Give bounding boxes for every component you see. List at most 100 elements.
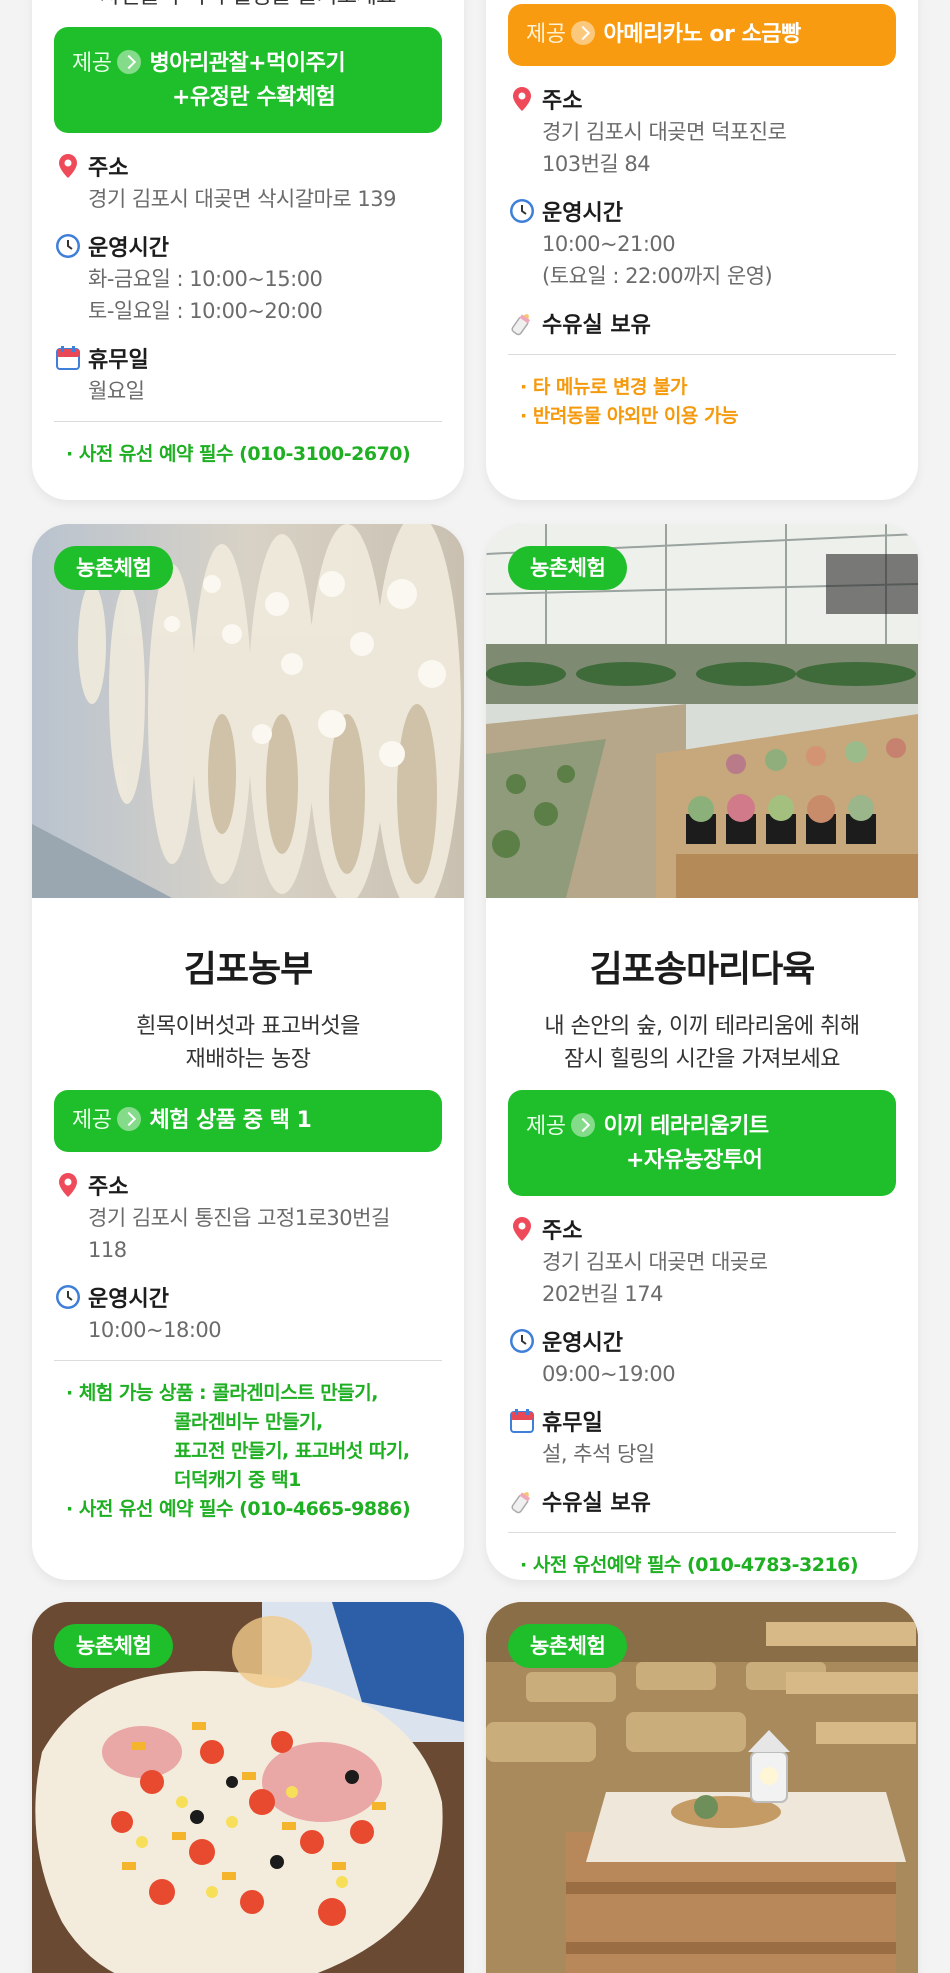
address-heading: 주소 — [508, 1212, 896, 1246]
hours-heading: 운영시간 — [508, 194, 896, 228]
farm-card-pizza[interactable]: 농촌체험 — [32, 1602, 464, 1973]
baby-bottle-icon — [511, 1492, 531, 1514]
farm-title: 김포송마리다육 — [589, 949, 816, 990]
desc-line-1: 내 손안의 숲, 이끼 테라리움에 취해 — [544, 1014, 860, 1039]
holiday-heading: 휴무일 — [508, 1404, 896, 1438]
address-value: 경기 김포시 대곶면 삭시갈마로 139 — [88, 187, 396, 211]
clock-icon — [510, 199, 534, 223]
farm-card-chicken[interactable]: 자연을 누비며 힐링을 즐겨보세요 제공 병아리관찰+먹이주기 +유정란 수확체험… — [32, 0, 464, 500]
note: · 반려동물 야외만 이용 가능 — [520, 405, 738, 427]
hours-line-1: 화-금요일 : 10:00~15:00 — [88, 267, 323, 291]
address-line-2: 103번길 84 — [542, 152, 651, 176]
address-line-1: 경기 김포시 대곶면 대곶로 — [542, 1250, 768, 1274]
hours-value: 화-금요일 : 10:00~15:00 토-일요일 : 10:00~20:00 — [54, 263, 442, 327]
hours-value: 10:00~21:00 (토요일 : 22:00까지 운영) — [508, 228, 896, 292]
note-indent: 더덕캐기 중 택1 — [54, 1466, 442, 1495]
address-value: 경기 김포시 대곶면 대곶로 202번길 174 — [508, 1246, 896, 1310]
note-line: 콜라겐비누 만들기, — [174, 1411, 323, 1433]
provide-banner: 제공 병아리관찰+먹이주기 +유정란 수확체험 — [54, 27, 442, 133]
hours-label: 운영시간 — [542, 1331, 623, 1356]
clock-icon — [56, 234, 80, 258]
hours-label: 운영시간 — [542, 201, 623, 226]
desc-line-1: 흰목이버섯과 표고버섯을 — [136, 1014, 360, 1039]
note-line: 표고전 만들기, 표고버섯 따기, — [174, 1440, 410, 1462]
provide-label: 제공 — [526, 22, 566, 47]
pin-icon — [513, 87, 531, 111]
note: · 체험 가능 상품 : 콜라겐미스트 만들기, — [66, 1382, 378, 1404]
provide-banner: 제공 이끼 테라리움키트 +자유농장투어 — [508, 1090, 896, 1196]
address-label: 주소 — [88, 1175, 129, 1200]
provide-text-2: +유정란 수확체험 — [172, 85, 336, 110]
category-tag: 농촌체험 — [54, 546, 174, 590]
arrow-right-circle-icon — [571, 21, 596, 45]
address-heading: 주소 — [54, 1168, 442, 1202]
provide-banner: 제공 아메리카노 or 소금빵 — [508, 4, 896, 66]
provide-text: 병아리관찰+먹이주기 — [149, 51, 346, 76]
address-line-2: 118 — [88, 1238, 127, 1262]
hours-heading: 운영시간 — [508, 1324, 896, 1358]
address-heading: 주소 — [54, 149, 442, 183]
farm-title: 김포농부 — [183, 949, 313, 990]
category-tag: 농촌체험 — [54, 1624, 174, 1668]
nursing-room-label: 수유실 보유 — [542, 313, 651, 338]
address-value: 경기 김포시 통진읍 고정1로30번길 118 — [54, 1202, 442, 1266]
greenhouse-photo: 농촌체험 — [486, 524, 918, 898]
provide-label: 제공 — [72, 51, 112, 76]
farm-card-cafe[interactable]: 제공 아메리카노 or 소금빵 주소 경기 김포시 대곶면 덕포진로 103번길 … — [486, 0, 918, 500]
calendar-icon — [510, 1409, 534, 1433]
note: · 타 메뉴로 변경 불가 — [520, 376, 688, 398]
address-label: 주소 — [88, 156, 129, 181]
divider — [508, 1532, 896, 1533]
baby-bottle-icon — [511, 314, 531, 336]
nursing-room-heading: 수유실 보유 — [508, 306, 896, 340]
address-line-1: 경기 김포시 대곶면 덕포진로 — [542, 120, 787, 144]
divider — [54, 1360, 442, 1361]
pin-icon — [59, 1173, 77, 1197]
holiday-value: 월요일 — [88, 379, 145, 403]
pizza-making-photo: 농촌체험 — [32, 1602, 464, 1973]
note-line: 더덕캐기 중 택1 — [174, 1469, 301, 1491]
address-value: 경기 김포시 대곶면 덕포진로 103번길 84 — [508, 116, 896, 180]
divider — [508, 354, 896, 355]
hay-field-photo: 농촌체험 — [486, 1602, 918, 1973]
pin-icon — [59, 154, 77, 178]
holiday-heading: 휴무일 — [54, 341, 442, 375]
provide-text: 아메리카노 or 소금빵 — [603, 22, 801, 47]
provide-text-2: +자유농장투어 — [626, 1148, 763, 1173]
pin-icon — [513, 1217, 531, 1241]
hours-line-2: 토-일요일 : 10:00~20:00 — [88, 299, 323, 323]
provide-text: 이끼 테라리움키트 — [603, 1114, 769, 1139]
desc-line-2: 재배하는 농장 — [185, 1047, 311, 1072]
farm-card-gimpo-farmer[interactable]: 농촌체험 김포농부 흰목이버섯과 표고버섯을 재배하는 농장 제공 체험 상품 중… — [32, 524, 464, 1580]
calendar-icon — [56, 346, 80, 370]
hours-heading: 운영시간 — [54, 1280, 442, 1314]
address-label: 주소 — [542, 1219, 583, 1244]
provide-label: 제공 — [72, 1108, 112, 1133]
desc-line-2: 잠시 힐링의 시간을 가져보세요 — [563, 1047, 841, 1072]
hours-line-1: 10:00~21:00 — [542, 232, 676, 256]
arrow-right-circle-icon — [571, 1113, 596, 1137]
note: · 사전 유선 예약 필수 (010-4665-9886) — [66, 1498, 411, 1520]
hours-line-2: (토요일 : 22:00까지 운영) — [542, 264, 773, 288]
arrow-right-circle-icon — [117, 50, 142, 74]
card-description: 자연을 누비며 힐링을 즐겨보세요 — [54, 0, 442, 13]
hours-heading: 운영시간 — [54, 229, 442, 263]
note-indent: 콜라겐비누 만들기, — [54, 1408, 442, 1437]
note: · 사전 유선 예약 필수 (010-3100-2670) — [66, 443, 411, 465]
divider — [54, 421, 442, 422]
address-heading: 주소 — [508, 82, 896, 116]
clock-icon — [56, 1285, 80, 1309]
farm-card-songmari-succulent[interactable]: 농촌체험 김포송마리다육 내 손안의 숲, 이끼 테라리움에 취해 잠시 힐링의… — [486, 524, 918, 1580]
provide-label: 제공 — [526, 1114, 566, 1139]
card-description: 흰목이버섯과 표고버섯을 재배하는 농장 — [54, 1010, 442, 1076]
note-indent: 표고전 만들기, 표고버섯 따기, — [54, 1437, 442, 1466]
hours-label: 운영시간 — [88, 1287, 169, 1312]
clock-icon — [510, 1329, 534, 1353]
hours-value: 10:00~18:00 — [88, 1318, 222, 1342]
farm-card-hay-field[interactable]: 농촌체험 — [486, 1602, 918, 1973]
holiday-value: 설, 추석 당일 — [542, 1442, 655, 1466]
category-tag: 농촌체험 — [508, 1624, 628, 1668]
hours-label: 운영시간 — [88, 236, 169, 261]
card-description: 내 손안의 숲, 이끼 테라리움에 취해 잠시 힐링의 시간을 가져보세요 — [508, 1010, 896, 1076]
note: · 사전 유선예약 필수 (010-4783-3216) — [520, 1554, 859, 1576]
